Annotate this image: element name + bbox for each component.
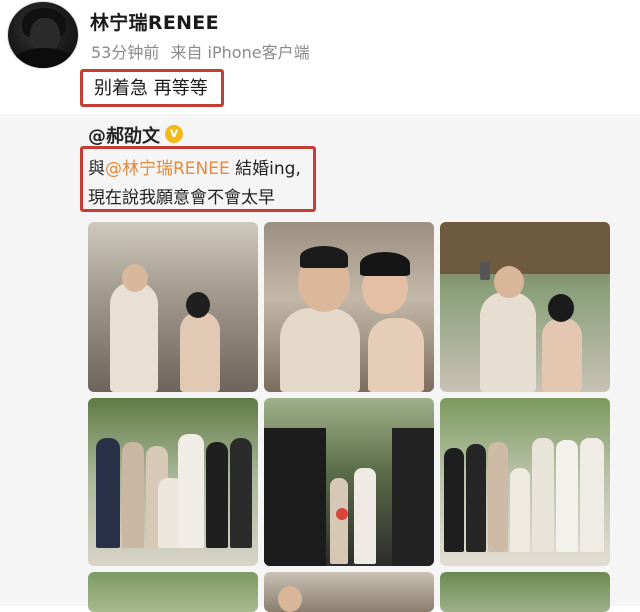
verified-badge-icon: v xyxy=(165,125,183,143)
repost-text-prefix: 與 xyxy=(88,159,105,179)
avatar[interactable] xyxy=(7,1,79,69)
repost-text-line2: 現在說我願意會不會太早 xyxy=(88,188,275,208)
mention-link[interactable]: @林宁瑞RENEE xyxy=(105,159,230,179)
photo-7[interactable] xyxy=(88,572,258,612)
username[interactable]: 林宁瑞RENEE xyxy=(90,8,219,35)
couple-photo-1[interactable] xyxy=(88,222,258,392)
family-photo-1[interactable] xyxy=(88,398,258,566)
couple-selfie-photo[interactable] xyxy=(440,222,610,392)
post-time: 53分钟前 xyxy=(91,43,160,62)
couple-photo-2[interactable] xyxy=(264,222,434,392)
repost-text-line1: 與@林宁瑞RENEE 結婚ing, xyxy=(88,154,301,179)
post-text: 别着急 再等等 xyxy=(94,78,208,99)
photo-8[interactable] xyxy=(264,572,434,612)
avatar-shoulder xyxy=(12,48,76,68)
garden-gate-photo[interactable] xyxy=(264,398,434,566)
family-photo-2[interactable] xyxy=(440,398,610,566)
repost-author[interactable]: @郝劭文 xyxy=(88,122,160,148)
post-meta: 53分钟前 来自 iPhone客户端 xyxy=(91,39,316,63)
repost-text-suffix: 結婚ing, xyxy=(229,159,301,179)
post-source: 来自 iPhone客户端 xyxy=(170,43,310,62)
photo-9[interactable] xyxy=(440,572,610,612)
